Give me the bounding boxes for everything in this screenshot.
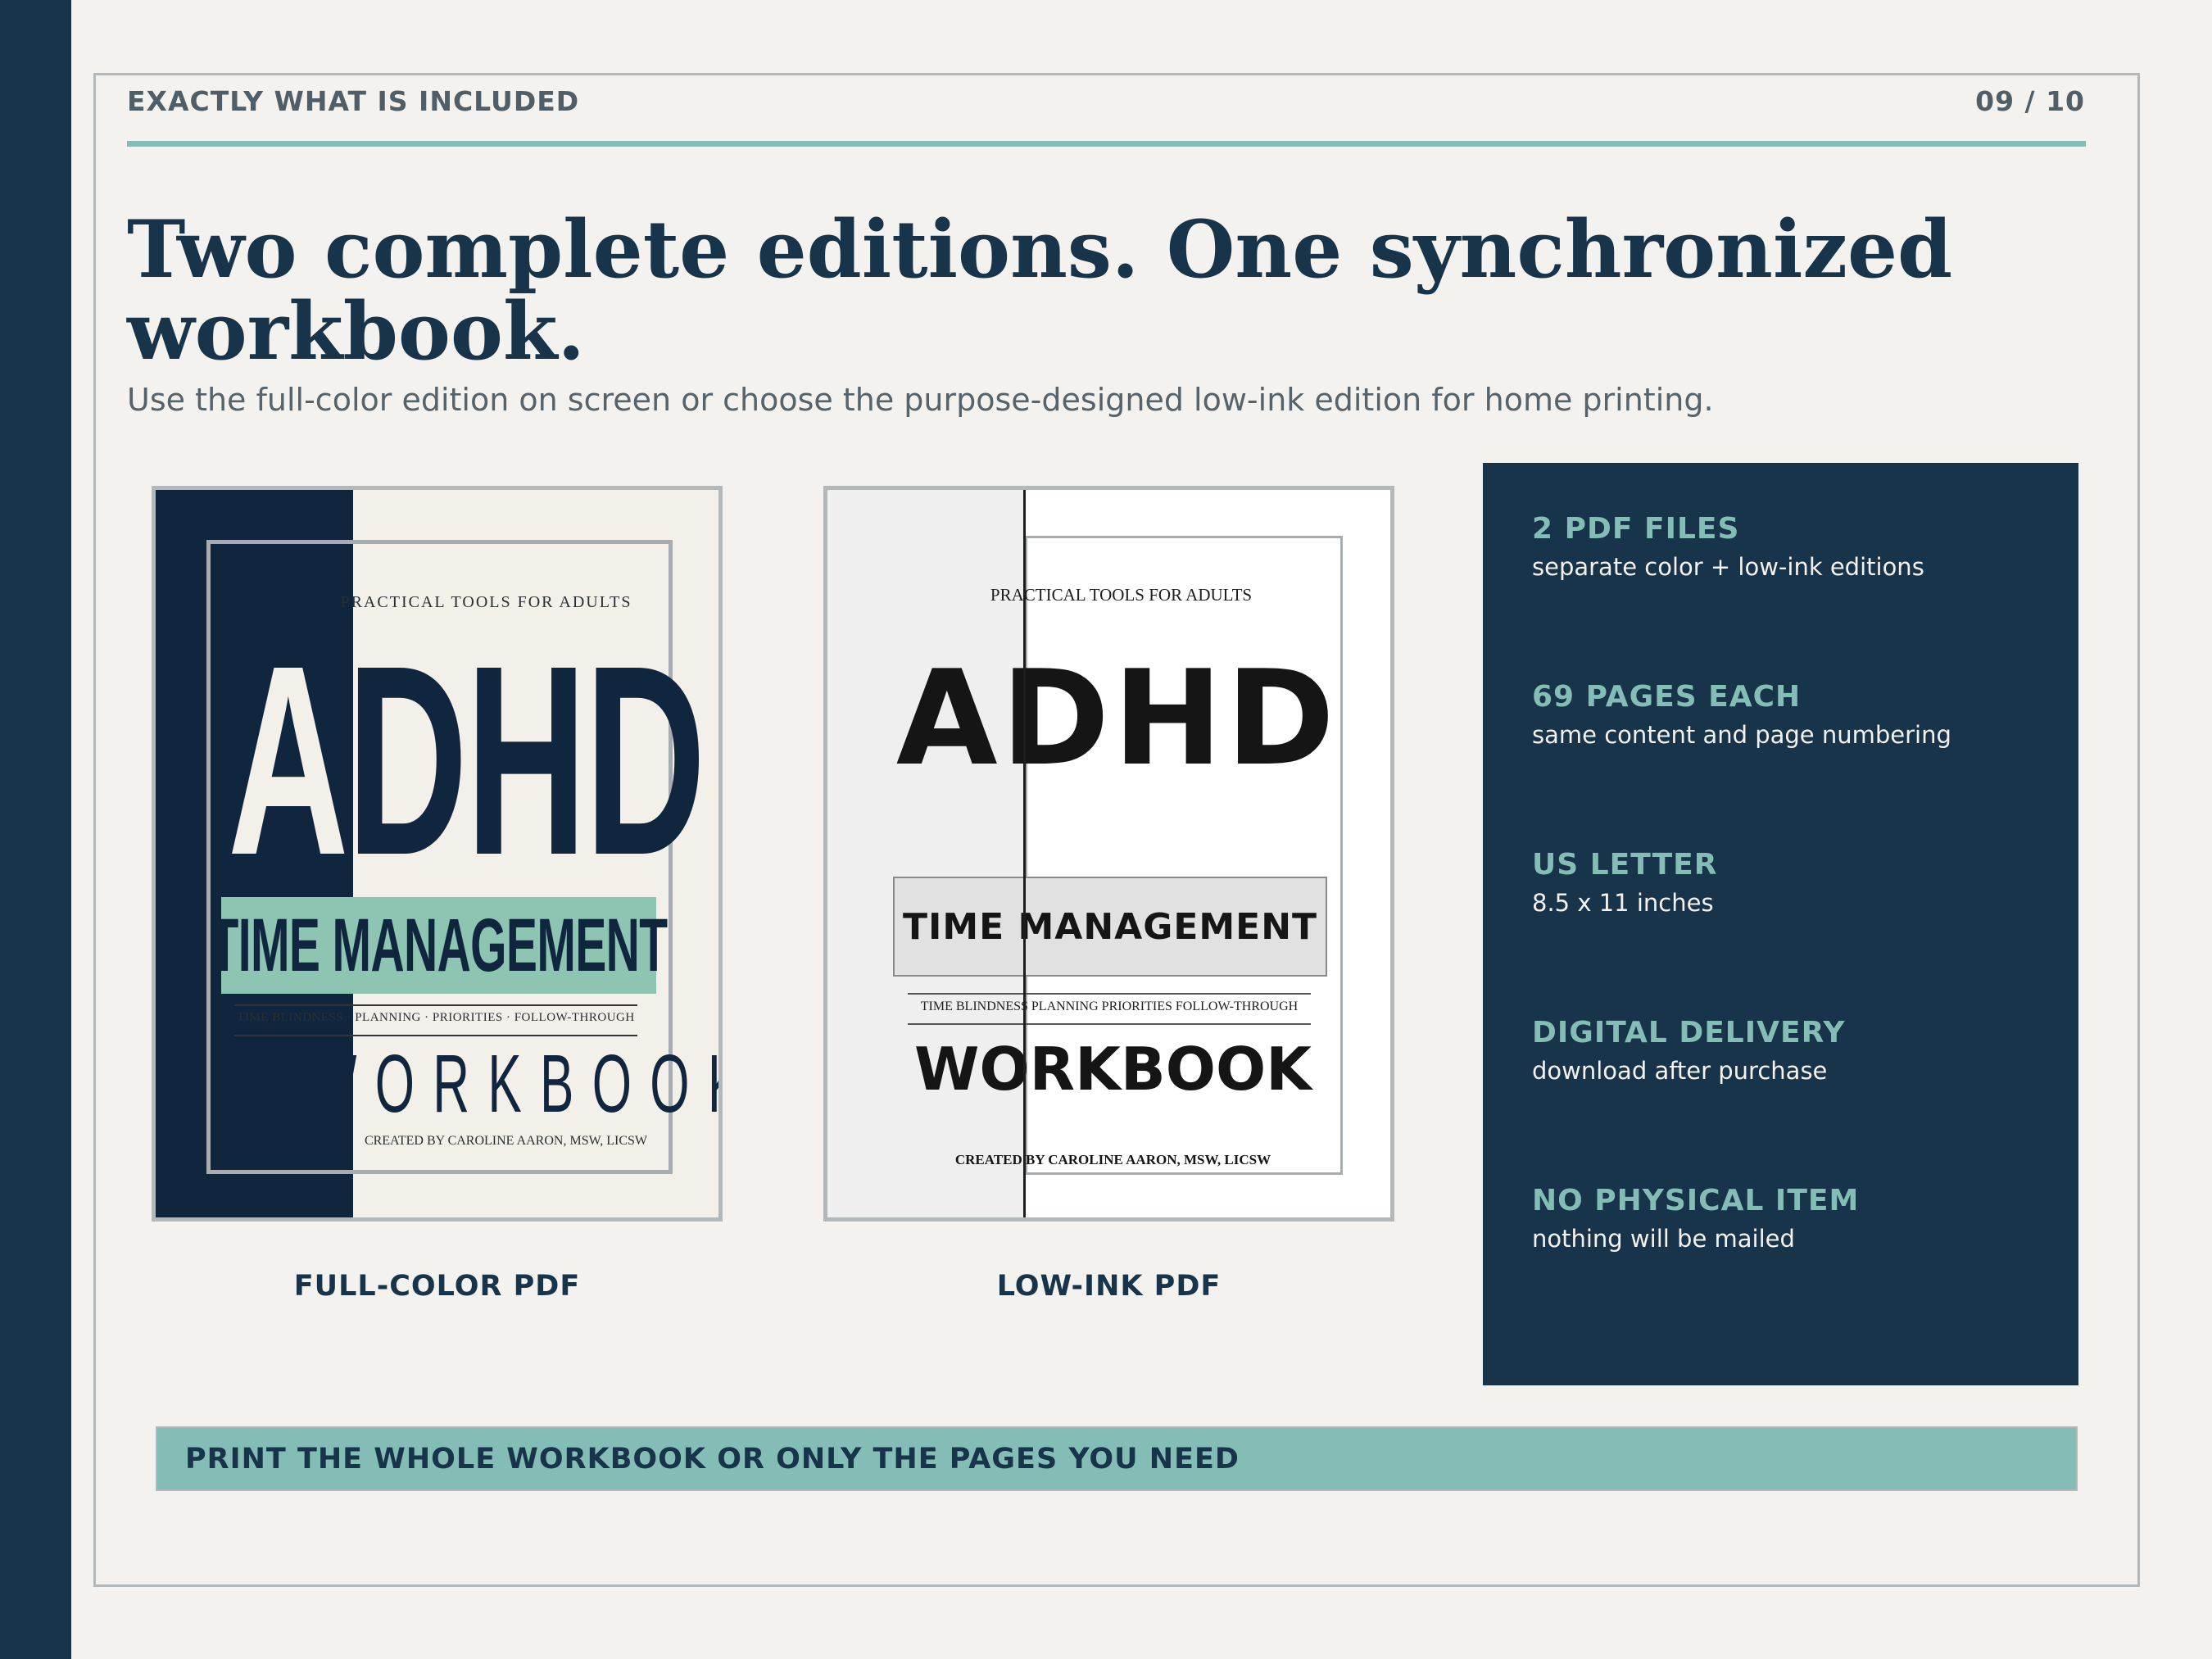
cover-workbook-text: WORKBOOK [914,1035,1312,1104]
low-ink-cover-image: PRACTICAL TOOLS FOR ADULTS ADHD TIME MAN… [823,486,1394,1222]
cover-band-text: TIME MANAGEMENT [902,905,1318,948]
cover-workbook-text: WORKBOOK [308,1038,723,1130]
spec-item: US LETTER 8.5 x 11 inches [1532,847,1717,919]
cover-author: CREATED BY CAROLINE AARON, MSW, LICSW [954,1152,1271,1167]
cover-skills: TIME BLINDNESS · PLANNING · PRIORITIES ·… [237,1011,635,1024]
cover-rule [908,1023,1311,1025]
cover-rule [908,993,1311,995]
spec-title: NO PHYSICAL ITEM [1532,1184,1860,1217]
spec-description: same content and page numbering [1532,721,1951,749]
cover-adhd-title: ADHD [895,641,1339,795]
cover-rule [234,1004,637,1006]
spec-description: download after purchase [1532,1057,1828,1085]
cover-skills: TIME BLINDNESS PLANNING PRIORITIES FOLLO… [920,999,1299,1013]
spec-title: DIGITAL DELIVERY [1532,1016,1846,1049]
cover-spine-line [1023,490,1026,1217]
left-accent-bar [0,0,71,1659]
page-title: Two complete editions. One synchronized … [127,203,1953,378]
spec-title: 69 PAGES EACH [1532,680,1802,714]
page-number: 09 / 10 [1975,85,2085,117]
cover-adhd-title: ADHD [228,609,706,911]
spec-item: 69 PAGES EACH same content and page numb… [1532,679,1951,751]
print-banner: PRINT THE WHOLE WORKBOOK OR ONLY THE PAG… [156,1426,2078,1491]
header-divider [127,141,2086,147]
cover-band-text: TIME MANAGEMENT [210,903,669,987]
banner-text: PRINT THE WHOLE WORKBOOK OR ONLY THE PAG… [185,1442,1240,1475]
spec-description: separate color + low-ink editions [1532,553,1924,581]
cover-tagline: PRACTICAL TOOLS FOR ADULTS [990,585,1253,605]
full-color-caption: FULL-COLOR PDF [293,1270,581,1303]
cover-rule [234,1035,637,1036]
low-ink-caption: LOW-INK PDF [996,1270,1222,1303]
spec-item: NO PHYSICAL ITEM nothing will be mailed [1532,1183,1859,1255]
spec-title: US LETTER [1532,848,1718,882]
full-color-cover-image: PRACTICAL TOOLS FOR ADULTS A DHD TIME MAN… [152,486,723,1222]
cover-author: CREATED BY CAROLINE AARON, MSW, LICSW [364,1134,647,1148]
spec-title: 2 PDF FILES [1532,512,1740,546]
spec-panel: 2 PDF FILES separate color + low-ink edi… [1483,463,2078,1385]
spec-item: 2 PDF FILES separate color + low-ink edi… [1532,511,1924,583]
section-label: EXACTLY WHAT IS INCLUDED [127,85,580,117]
spec-item: DIGITAL DELIVERY download after purchase [1532,1015,1845,1087]
spec-description: 8.5 x 11 inches [1532,889,1714,917]
spec-description: nothing will be mailed [1532,1225,1795,1253]
page-subtitle: Use the full-color edition on screen or … [127,382,1714,418]
